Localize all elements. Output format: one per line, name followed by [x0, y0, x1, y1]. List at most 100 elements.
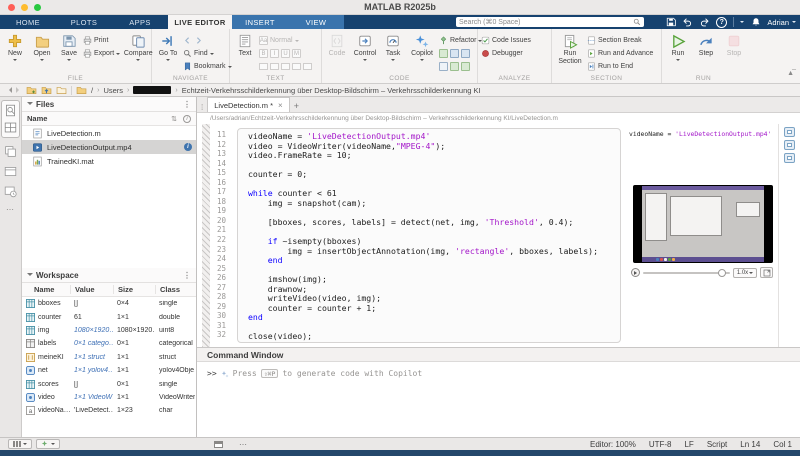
code-line[interactable]: counter = counter + 1;	[248, 304, 620, 314]
code-line[interactable]: close(video);	[248, 332, 620, 342]
panel-icon[interactable]	[4, 165, 17, 178]
workspace-row[interactable]: img1080×1920…1080×1920…uint8	[22, 324, 196, 337]
file-search-icon[interactable]	[4, 104, 17, 117]
back-icon[interactable]	[6, 87, 12, 93]
align-right-button[interactable]	[303, 63, 312, 70]
notifications-bell-icon[interactable]	[750, 17, 761, 28]
find-button[interactable]: Find	[183, 47, 232, 60]
layout-grid-icon[interactable]	[4, 121, 17, 134]
run-button[interactable]: Run	[665, 32, 691, 63]
forward-icon[interactable]	[16, 87, 22, 93]
save-button[interactable]: Save	[57, 32, 81, 63]
code-line[interactable]: img = insertObjectAnnotation(img, 'recta…	[248, 247, 620, 257]
info-column-icon[interactable]: i	[183, 115, 191, 123]
numbered-list-button[interactable]	[270, 63, 279, 70]
tab-apps[interactable]: APPS	[112, 15, 168, 29]
collapse-files-icon[interactable]	[27, 102, 33, 108]
help-icon[interactable]: ?	[716, 17, 727, 28]
editor-body[interactable]: 1112131415161718192021222324252627282930…	[197, 124, 800, 347]
editor-tab[interactable]: LiveDetection.m * ×	[207, 97, 289, 112]
workspace-row[interactable]: labels0×1 catego…0×1categorical	[22, 337, 196, 350]
tab-view[interactable]: VIEW	[288, 15, 344, 29]
tab-plots[interactable]: PLOTS	[56, 15, 112, 29]
copilot-quick-button[interactable]	[36, 439, 60, 449]
debugger-button[interactable]: Debugger	[481, 47, 531, 60]
bullet-list-button[interactable]	[259, 63, 268, 70]
files-menu-icon[interactable]: ⋮	[183, 100, 191, 109]
code-issues-button[interactable]: Code Issues	[481, 34, 531, 47]
breadcrumb-segment[interactable]: /	[91, 86, 93, 95]
video-player[interactable]	[633, 185, 773, 263]
workspace-row[interactable]: bboxes[]0×4single	[22, 297, 196, 310]
workspace-row[interactable]: avideoNa…'LiveDetect…1×23char	[22, 404, 196, 417]
redo-icon[interactable]	[699, 17, 710, 28]
folder-browse-icon[interactable]	[56, 85, 67, 96]
workspace-row[interactable]: meineKI1×1 struct1×1struct	[22, 351, 196, 364]
new-folder-icon[interactable]	[26, 85, 37, 96]
print-button[interactable]: Print	[83, 34, 120, 47]
workspace-menu-icon[interactable]: ⋮	[183, 271, 191, 280]
task-button[interactable]: Task	[381, 32, 405, 63]
run-and-advance-button[interactable]: Run and Advance	[587, 47, 653, 60]
breadcrumb-segment[interactable]: Users	[103, 86, 123, 95]
file-row[interactable]: TrainedKI.mat	[22, 154, 196, 168]
layout-quick-button[interactable]	[8, 439, 32, 449]
output-right-view-icon[interactable]	[784, 140, 795, 150]
navigate-forward-icon[interactable]	[194, 36, 203, 45]
video-seek-slider[interactable]	[643, 272, 730, 274]
smart-indent-button[interactable]	[439, 62, 448, 71]
comment-button[interactable]	[439, 49, 448, 58]
align-left-button[interactable]	[281, 63, 290, 70]
copilot-button[interactable]: Copilot	[407, 32, 437, 63]
window-dock-icon[interactable]	[214, 441, 223, 448]
history-icon[interactable]	[4, 185, 17, 198]
compare-button[interactable]: Compare	[122, 32, 154, 63]
code-line[interactable]: end	[248, 313, 620, 323]
seek-handle[interactable]	[718, 269, 726, 277]
run-to-end-button[interactable]: Run to End	[587, 60, 653, 73]
more-tools-icon[interactable]: ⋯	[6, 205, 15, 214]
new-button[interactable]: New	[3, 32, 27, 63]
tab-insert[interactable]: INSERT	[232, 15, 288, 29]
italic-button[interactable]: I	[270, 49, 279, 58]
workspace-row[interactable]: net1×1 yolov4…1×1yolov4Obje…	[22, 364, 196, 377]
code-line[interactable]: img = snapshot(cam);	[248, 199, 620, 209]
undo-icon[interactable]	[682, 17, 693, 28]
workspace-row[interactable]: video1×1 VideoW…1×1VideoWriter	[22, 391, 196, 404]
run-section-button[interactable]: Run Section	[555, 32, 585, 65]
code-button[interactable]: Code	[325, 32, 349, 57]
editor-panel-toggle-icon[interactable]: ⁞	[201, 103, 203, 112]
navigate-back-icon[interactable]	[183, 36, 192, 45]
file-info-icon[interactable]: i	[184, 143, 192, 151]
tab-home[interactable]: HOME	[0, 15, 56, 29]
close-tab-icon[interactable]: ×	[278, 101, 283, 110]
uncomment-button[interactable]	[450, 62, 459, 71]
code-line[interactable]: counter = 0;	[248, 170, 620, 180]
align-center-button[interactable]	[292, 63, 301, 70]
output-hide-view-icon[interactable]	[784, 153, 795, 163]
control-button[interactable]: Control	[351, 32, 379, 63]
breadcrumb-redacted[interactable]	[133, 86, 171, 94]
stop-button[interactable]: Stop	[721, 32, 747, 57]
wrap-button[interactable]	[461, 49, 470, 58]
monospace-button[interactable]: M	[292, 49, 301, 58]
command-window-header[interactable]: Command Window	[197, 347, 800, 362]
open-button[interactable]: Open	[29, 32, 55, 63]
minimize-toolstrip-icon[interactable]: ▲̅	[787, 70, 794, 77]
playback-speed-select[interactable]: 1.0x	[733, 268, 757, 278]
text-style-select[interactable]: Normal	[270, 37, 293, 44]
file-row[interactable]: LiveDetection.m	[22, 126, 196, 140]
workspace-row[interactable]: scores[]0×1single	[22, 377, 196, 390]
file-row[interactable]: LiveDetectionOutput.mp4i	[22, 140, 196, 154]
code-line[interactable]: end	[248, 256, 620, 266]
code-line[interactable]: [bboxes, scores, labels] = detect(net, i…	[248, 218, 620, 228]
command-prompt-line[interactable]: >> Press ⇧⌘P to generate code with Copil…	[197, 362, 800, 378]
bold-button[interactable]: B	[259, 49, 268, 58]
collapse-workspace-icon[interactable]	[27, 273, 33, 279]
breadcrumb-segment[interactable]: Echtzeit-Verkehrsschilderkennung über De…	[182, 86, 481, 95]
expand-video-icon[interactable]	[760, 267, 773, 278]
tab-live-editor[interactable]: LIVE EDITOR	[168, 15, 232, 29]
refactor-button[interactable]: Refactor	[439, 34, 482, 47]
bookmark-button[interactable]: Bookmark	[183, 60, 232, 73]
output-inline-view-icon[interactable]	[784, 127, 795, 137]
